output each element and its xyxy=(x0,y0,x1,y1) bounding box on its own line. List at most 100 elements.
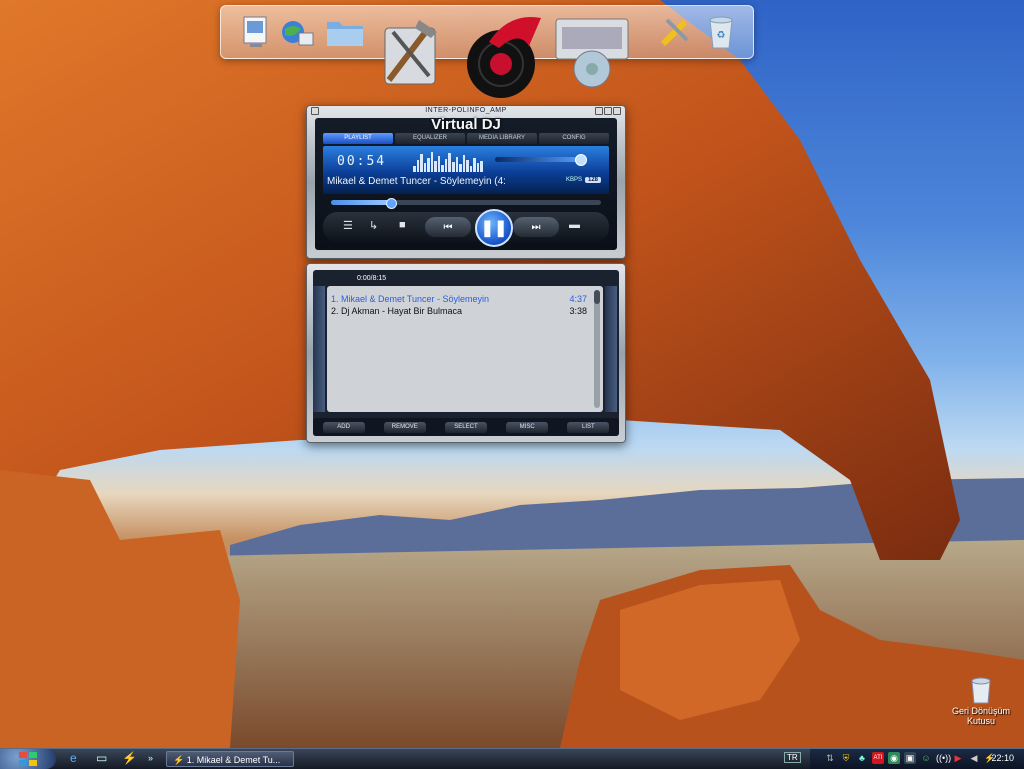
tray-network-icon[interactable]: ⇅ xyxy=(824,752,836,764)
playlist-window: 0:00/8:15 1. Mikael & Demet Tuncer - Söy… xyxy=(306,263,626,443)
windows-logo-icon xyxy=(19,752,37,766)
list-button[interactable]: LIST xyxy=(567,421,610,433)
application-dock: ♻ xyxy=(220,5,754,98)
display-settings-icon[interactable] xyxy=(239,12,273,52)
virtualdj-icon[interactable] xyxy=(457,10,547,102)
spectrum-bar xyxy=(427,158,430,172)
system-tray: ⇅ ⛨ ♣ ATI ◉ ▣ ☺ ((•)) ▶ ◀ ⚡ 22:10 xyxy=(810,749,1024,769)
close-button[interactable] xyxy=(613,107,621,115)
track-title: 1. Mikael & Demet Tuncer - Söylemeyin xyxy=(331,294,490,304)
tab-media-library[interactable]: MEDIA LIBRARY xyxy=(467,133,537,144)
repeat-icon[interactable]: ↳ xyxy=(369,219,378,232)
taskbar-button-virtualdj[interactable]: ⚡ 1. Mikael & Demet Tu... xyxy=(166,751,294,767)
add-button[interactable]: ADD xyxy=(322,421,365,433)
task-icon: ⚡ xyxy=(173,755,187,765)
seek-progress xyxy=(331,200,391,205)
spectrum-bar xyxy=(452,162,455,172)
spectrum-bar xyxy=(466,160,469,172)
playlist-left-edge xyxy=(313,286,325,412)
volume-knob[interactable] xyxy=(575,154,587,166)
kbps-label: KBPS xyxy=(565,177,582,183)
playlist-item-2[interactable]: 2. Dj Akman - Hayat Bir Bulmaca 3:38 xyxy=(331,306,587,316)
recycle-bin-icon xyxy=(971,677,991,704)
pause-button[interactable]: ❚❚ xyxy=(475,209,513,247)
tray-wireless-icon[interactable]: ((•)) xyxy=(936,752,951,764)
playlist-list: 1. Mikael & Demet Tuncer - Söylemeyin 4:… xyxy=(327,286,603,412)
spectrum-bar xyxy=(430,152,434,172)
seek-knob[interactable] xyxy=(386,198,398,209)
player-body: Virtual DJ PLAYLIST EQUALIZER MEDIA LIBR… xyxy=(315,116,617,250)
spectrum-bar xyxy=(441,165,444,172)
spectrum-bar xyxy=(462,155,466,172)
playlist-button-bar: ADD REMOVE SELECT MISC LIST xyxy=(313,418,619,436)
player-window: INTER-POLINFO_AMP Virtual DJ PLAYLIST EQ… xyxy=(306,105,626,259)
open-folder-icon[interactable]: ▬ xyxy=(569,219,580,231)
track-duration: 4:37 xyxy=(569,294,587,304)
scanner-icon[interactable] xyxy=(551,16,633,92)
player-tabs: PLAYLIST EQUALIZER MEDIA LIBRARY CONFIG xyxy=(323,133,609,144)
tab-config[interactable]: CONFIG xyxy=(539,133,609,144)
spectrum-bar xyxy=(455,157,459,172)
tab-equalizer[interactable]: EQUALIZER xyxy=(395,133,465,144)
spectrum-visualizer xyxy=(413,150,483,172)
remove-button[interactable]: REMOVE xyxy=(383,421,426,433)
tray-users-icon[interactable]: ♣ xyxy=(856,752,868,764)
track-duration: 3:38 xyxy=(569,306,587,316)
tray-media-icon[interactable]: ▶ xyxy=(952,752,964,764)
tray-volume-icon[interactable]: ◀ xyxy=(968,752,980,764)
spectrum-bar xyxy=(416,160,420,172)
tray-security-icon[interactable]: ⛨ xyxy=(840,752,852,764)
volume-slider[interactable] xyxy=(495,154,587,166)
misc-button[interactable]: MISC xyxy=(506,421,549,433)
shade-button[interactable] xyxy=(595,107,603,115)
tray-ati-icon[interactable]: ATI xyxy=(872,752,884,764)
tray-app-icon[interactable]: ◉ xyxy=(888,752,900,764)
recycle-bin-label-line2: Kutusu xyxy=(966,716,996,726)
spectrum-bar xyxy=(423,163,427,172)
app-title: Virtual DJ xyxy=(431,116,501,133)
recycle-bin-icon[interactable]: ♻ xyxy=(703,12,739,52)
tray-antivirus-icon[interactable]: ▣ xyxy=(904,752,916,764)
tray-messenger-icon[interactable]: ☺ xyxy=(920,752,932,764)
scrollbar-thumb[interactable] xyxy=(594,290,600,304)
taskbar-clock: 22:10 xyxy=(991,753,1014,763)
virtualdj-quicklaunch-icon[interactable]: ⚡ xyxy=(122,751,137,765)
player-window-title: INTER-POLINFO_AMP xyxy=(425,107,507,114)
seek-bar[interactable] xyxy=(331,198,601,209)
tools-icon[interactable] xyxy=(373,8,447,92)
spectrum-bar xyxy=(444,159,448,172)
track-title: 2. Dj Akman - Hayat Bir Bulmaca xyxy=(331,306,463,316)
elapsed-time: 00:54 xyxy=(337,154,387,169)
minimize-button[interactable] xyxy=(311,107,319,115)
tab-playlist[interactable]: PLAYLIST xyxy=(323,133,393,144)
task-label: 1. Mikael & Demet Tu... xyxy=(186,755,281,765)
transport-controls: ☰ ↳ ■ ⏮ ❚❚ ⏭ ▬ xyxy=(323,209,609,247)
recycle-bin-label-line1: Geri Dönüşüm xyxy=(951,706,1011,716)
select-button[interactable]: SELECT xyxy=(444,421,487,433)
spectrum-bar xyxy=(420,154,423,172)
settings-icon[interactable] xyxy=(655,12,699,52)
desktop-recycle-bin[interactable]: Geri Dönüşüm Kutusu xyxy=(946,676,1016,726)
spectrum-bar xyxy=(434,161,437,172)
spectrum-bar xyxy=(480,161,483,172)
spectrum-bar xyxy=(459,164,462,172)
playlist-scrollbar[interactable] xyxy=(594,290,600,408)
start-button[interactable] xyxy=(0,749,56,769)
network-icon[interactable] xyxy=(277,12,317,52)
spectrum-bar xyxy=(437,156,441,172)
spectrum-bar xyxy=(448,153,452,172)
internet-explorer-icon[interactable]: e xyxy=(70,751,77,765)
show-desktop-icon[interactable]: ▭ xyxy=(96,751,107,765)
player-titlebar[interactable]: INTER-POLINFO_AMP xyxy=(307,106,625,115)
quicklaunch-overflow-icon[interactable]: » xyxy=(148,753,153,763)
menu-icon[interactable]: ☰ xyxy=(343,219,353,232)
bitrate-indicator: KBPS 128 xyxy=(566,177,601,183)
stop-icon[interactable]: ■ xyxy=(399,219,406,231)
playlist-item-1[interactable]: 1. Mikael & Demet Tuncer - Söylemeyin 4:… xyxy=(331,294,587,304)
language-indicator[interactable]: TR xyxy=(784,752,801,763)
maximize-button[interactable] xyxy=(604,107,612,115)
previous-track-button[interactable]: ⏮ xyxy=(425,217,471,237)
folder-icon[interactable] xyxy=(323,12,367,52)
now-playing-display: 00:54 Mikael & Demet Tuncer - Söylemeyin… xyxy=(323,146,609,194)
next-track-button[interactable]: ⏭ xyxy=(513,217,559,237)
